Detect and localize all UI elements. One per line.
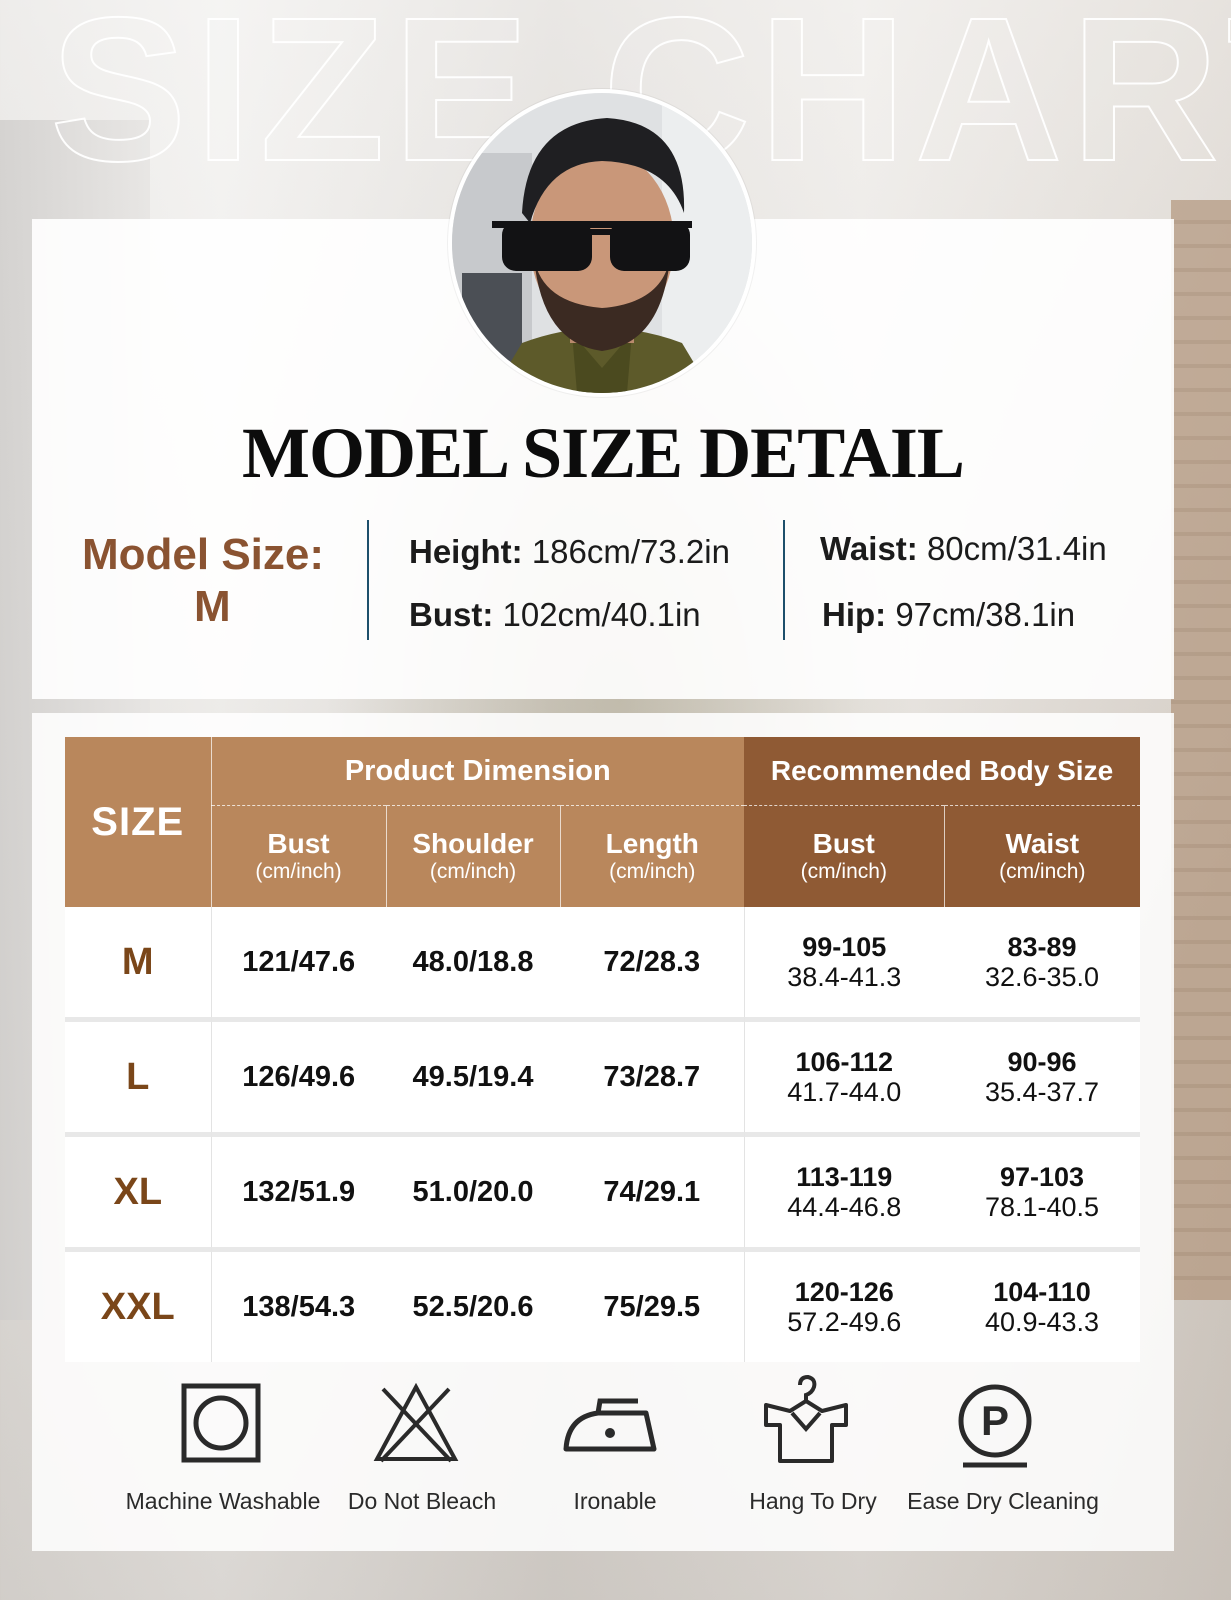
shoulder-column-header: Shoulder (cm/inch) xyxy=(386,805,561,907)
cm-value: 104-110 xyxy=(993,1277,1091,1307)
body-bust-cell: 106-112 41.7-44.0 xyxy=(743,1019,945,1135)
cm-value: 120-126 xyxy=(794,1277,894,1307)
shoulder-cell: 51.0/20.0 xyxy=(386,1134,560,1250)
cm-value: 97-103 xyxy=(999,1162,1085,1192)
inch-value: 41.7-44.0 xyxy=(787,1077,902,1107)
divider-right xyxy=(783,520,785,640)
care-label-machine-washable: Machine Washable xyxy=(125,1488,321,1514)
size-cell: XL xyxy=(65,1134,212,1250)
column-title: Bust xyxy=(812,827,875,859)
machine-wash-icon xyxy=(116,1383,326,1463)
model-size-heading: MODEL SIZE DETAIL xyxy=(242,413,965,493)
column-unit: (cm/inch) xyxy=(255,859,342,883)
no-bleach-icon xyxy=(311,1383,521,1463)
recommended-body-size-header: Recommended Body Size xyxy=(744,737,1141,806)
table-row: L 126/49.6 49.5/19.4 73/28.7 106-112 41.… xyxy=(65,1019,1141,1135)
body-waist-cell: 83-89 32.6-35.0 xyxy=(944,907,1141,1020)
bust-column-header: Bust (cm/inch) xyxy=(211,805,387,907)
inch-value: 40.9-43.3 xyxy=(984,1307,1100,1337)
length-cell: 74/29.1 xyxy=(560,1134,745,1250)
cm-value: 99-105 xyxy=(802,932,887,962)
model-bust: Bust: 102cm/40.1in xyxy=(409,596,701,634)
inch-value: 38.4-41.3 xyxy=(787,962,902,992)
bust-cell: 121/47.6 xyxy=(211,907,386,1020)
shoulder-cell: 52.5/20.6 xyxy=(386,1249,560,1362)
length-cell: 75/29.5 xyxy=(560,1249,745,1362)
size-cell: L xyxy=(65,1019,212,1135)
body-waist-column-header: Waist (cm/inch) xyxy=(944,805,1141,907)
size-chart-table: SIZE Product Dimension Recommended Body … xyxy=(65,737,1141,1362)
dry-clean-glyph: P xyxy=(981,1397,1009,1444)
waist-label: Waist: xyxy=(820,530,918,567)
model-height: Height: 186cm/73.2in xyxy=(409,533,730,571)
background-building-right xyxy=(1171,200,1231,1300)
hip-label: Hip: xyxy=(822,596,887,633)
product-dimension-header: Product Dimension xyxy=(211,737,745,806)
inch-value: 35.4-37.7 xyxy=(984,1077,1100,1107)
inch-value: 44.4-46.8 xyxy=(787,1192,902,1222)
column-title: Length xyxy=(605,827,699,859)
inch-value: 32.6-35.0 xyxy=(984,962,1100,992)
body-bust-column-header: Bust (cm/inch) xyxy=(744,805,945,907)
bust-cell: 138/54.3 xyxy=(211,1249,386,1362)
height-label: Height: xyxy=(409,533,523,570)
divider-left xyxy=(367,520,369,640)
table-row: M 121/47.6 48.0/18.8 72/28.3 99-105 38.4… xyxy=(65,907,1141,1020)
body-bust-cell: 113-119 44.4-46.8 xyxy=(743,1134,945,1250)
hip-value: 97cm/38.1in xyxy=(895,596,1076,633)
model-size-label: Model Size: xyxy=(82,530,325,579)
model-waist: Waist: 80cm/31.4in xyxy=(820,530,1107,568)
care-label-hang-to-dry: Hang To Dry xyxy=(749,1488,877,1514)
body-bust-cell: 120-126 57.2-49.6 xyxy=(743,1249,945,1362)
care-label-do-not-bleach: Do Not Bleach xyxy=(347,1488,497,1514)
table-row: XXL 138/54.3 52.5/20.6 75/29.5 120-126 5… xyxy=(65,1249,1141,1362)
bust-cell: 126/49.6 xyxy=(211,1019,386,1135)
care-label-dry-cleaning: Ease Dry Cleaning xyxy=(907,1488,1099,1514)
model-avatar xyxy=(448,89,756,397)
bust-label: Bust: xyxy=(409,596,494,633)
model-portrait-icon xyxy=(452,93,752,393)
length-cell: 73/28.7 xyxy=(560,1019,745,1135)
body-waist-cell: 90-96 35.4-37.7 xyxy=(944,1019,1141,1135)
body-waist-cell: 104-110 40.9-43.3 xyxy=(944,1249,1141,1362)
cm-value: 83-89 xyxy=(1007,932,1077,962)
bust-value: 102cm/40.1in xyxy=(502,596,701,633)
size-column-header: SIZE xyxy=(65,737,212,907)
cm-value: 106-112 xyxy=(795,1047,894,1077)
model-size-value: M xyxy=(194,582,231,631)
body-waist-cell: 97-103 78.1-40.5 xyxy=(944,1134,1141,1250)
hang-dry-icon xyxy=(701,1375,911,1465)
iron-icon xyxy=(505,1383,715,1463)
column-unit: (cm/inch) xyxy=(999,859,1086,883)
column-title: Waist xyxy=(1005,827,1080,859)
column-unit: (cm/inch) xyxy=(800,859,887,883)
size-cell: XXL xyxy=(65,1249,212,1362)
waist-value: 80cm/31.4in xyxy=(926,530,1107,567)
bust-cell: 132/51.9 xyxy=(211,1134,386,1250)
height-value: 186cm/73.2in xyxy=(531,533,730,570)
length-cell: 72/28.3 xyxy=(560,907,745,1020)
column-unit: (cm/inch) xyxy=(609,859,696,883)
size-cell: M xyxy=(65,907,212,1020)
inch-value: 57.2-49.6 xyxy=(787,1307,902,1337)
inch-value: 78.1-40.5 xyxy=(984,1192,1100,1222)
model-hip: Hip: 97cm/38.1in xyxy=(822,596,1075,634)
shoulder-cell: 48.0/18.8 xyxy=(386,907,560,1020)
length-column-header: Length (cm/inch) xyxy=(560,805,745,907)
table-row: XL 132/51.9 51.0/20.0 74/29.1 113-119 44… xyxy=(65,1134,1141,1250)
shoulder-cell: 49.5/19.4 xyxy=(386,1019,560,1135)
column-unit: (cm/inch) xyxy=(429,859,517,883)
column-title: Bust xyxy=(267,827,330,859)
column-title: Shoulder xyxy=(412,827,534,859)
cm-value: 90-96 xyxy=(1007,1047,1077,1077)
cm-value: 113-119 xyxy=(796,1162,893,1192)
dry-clean-icon: P xyxy=(890,1383,1100,1469)
care-label-ironable: Ironable xyxy=(573,1488,657,1514)
body-bust-cell: 99-105 38.4-41.3 xyxy=(743,907,945,1020)
